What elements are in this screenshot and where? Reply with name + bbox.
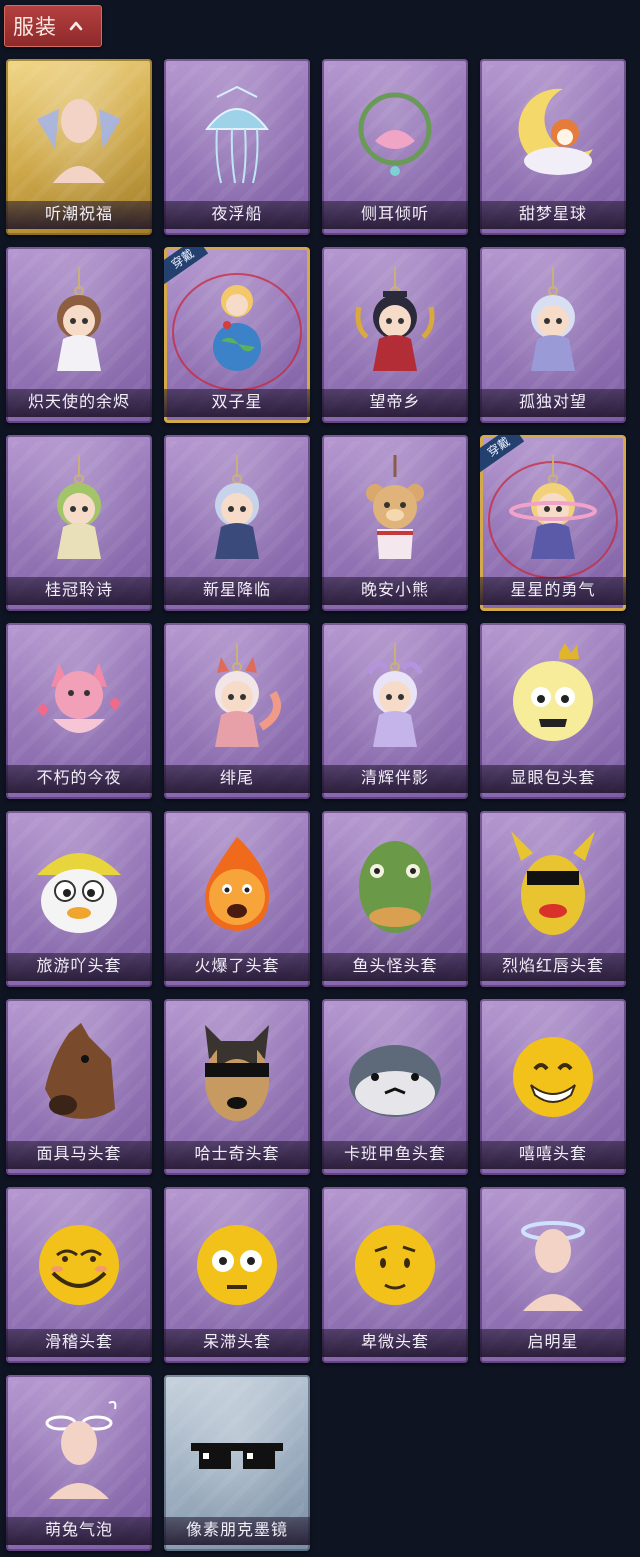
costume-name: 侧耳倾听 xyxy=(322,201,468,229)
costume-name: 卑微头套 xyxy=(322,1329,468,1357)
costume-name: 清辉伴影 xyxy=(322,765,468,793)
jellyfish-icon xyxy=(187,79,287,189)
costume-name: 望帝乡 xyxy=(322,389,468,417)
costume-card[interactable]: 显眼包头套 xyxy=(480,623,626,799)
costume-card[interactable]: 烈焰红唇头套 xyxy=(480,811,626,987)
saturn-doll-icon xyxy=(503,455,603,565)
costume-card[interactable]: 不朽的今夜 xyxy=(6,623,152,799)
pixel-sunglasses-icon xyxy=(187,1395,287,1505)
funny-face-icon xyxy=(29,1207,129,1317)
turtle-head-icon xyxy=(345,1019,445,1129)
costume-name: 炽天使的余烬 xyxy=(6,389,152,417)
costume-card[interactable]: 听潮祝福 xyxy=(6,59,152,235)
costume-card[interactable]: 呆滞头套 xyxy=(164,1187,310,1363)
humble-face-icon xyxy=(345,1207,445,1317)
fire-head-icon xyxy=(187,831,287,941)
moon-fox-icon xyxy=(503,79,603,189)
costume-name: 面具马头套 xyxy=(6,1141,152,1169)
costume-card[interactable]: 嘻嘻头套 xyxy=(480,999,626,1175)
costume-name: 桂冠聆诗 xyxy=(6,577,152,605)
costume-card[interactable]: 望帝乡 xyxy=(322,247,468,423)
moon-girl-icon xyxy=(345,643,445,753)
costume-name: 星星的勇气 xyxy=(480,577,626,605)
costume-name: 显眼包头套 xyxy=(480,765,626,793)
costume-name: 萌兔气泡 xyxy=(6,1517,152,1545)
costume-tab-label: 服装 xyxy=(13,16,57,39)
costume-name: 甜梦星球 xyxy=(480,201,626,229)
costume-card[interactable]: 孤独对望 xyxy=(480,247,626,423)
bunny-avatar-icon xyxy=(29,1395,129,1505)
teddy-bear-icon xyxy=(345,455,445,565)
costume-name: 像素朋克墨镜 xyxy=(164,1517,310,1545)
costume-card[interactable]: 卡班甲鱼头套 xyxy=(322,999,468,1175)
pikachu-lips-icon xyxy=(503,831,603,941)
lotus-wreath-icon xyxy=(345,79,445,189)
costume-name: 卡班甲鱼头套 xyxy=(322,1141,468,1169)
costume-card[interactable]: 滑稽头套 xyxy=(6,1187,152,1363)
star-doll-icon xyxy=(187,455,287,565)
costume-card[interactable]: 火爆了头套 xyxy=(164,811,310,987)
costume-card[interactable]: 萌兔气泡 xyxy=(6,1375,152,1551)
grin-head-icon xyxy=(503,1019,603,1129)
costume-name: 呆滞头套 xyxy=(164,1329,310,1357)
husky-mask-icon xyxy=(187,1019,287,1129)
costume-name: 启明星 xyxy=(480,1329,626,1357)
costume-name: 哈士奇头套 xyxy=(164,1141,310,1169)
angel-doll-icon xyxy=(29,267,129,377)
fox-girl-icon xyxy=(187,643,287,753)
costume-name: 晚安小熊 xyxy=(322,577,468,605)
costume-card[interactable]: 夜浮船 xyxy=(164,59,310,235)
costume-card[interactable]: 甜梦星球 xyxy=(480,59,626,235)
costume-card[interactable]: 晚安小熊 xyxy=(322,435,468,611)
costume-name: 嘻嘻头套 xyxy=(480,1141,626,1169)
chevron-up-icon xyxy=(69,19,83,33)
costume-name: 新星降临 xyxy=(164,577,310,605)
costume-card[interactable]: 像素朋克墨镜 xyxy=(164,1375,310,1551)
costume-name: 双子星 xyxy=(164,389,310,417)
costume-card[interactable]: 穿戴 星星的勇气 xyxy=(480,435,626,611)
costume-card[interactable]: 旅游吖头套 xyxy=(6,811,152,987)
costume-name: 夜浮船 xyxy=(164,201,310,229)
costume-name: 鱼头怪头套 xyxy=(322,953,468,981)
costume-card[interactable]: 炽天使的余烬 xyxy=(6,247,152,423)
avatar-wings-icon xyxy=(29,79,129,189)
costume-card[interactable]: 鱼头怪头套 xyxy=(322,811,468,987)
costume-card[interactable]: 启明星 xyxy=(480,1187,626,1363)
laurel-doll-icon xyxy=(29,455,129,565)
costume-name: 孤独对望 xyxy=(480,389,626,417)
planet-doll-icon xyxy=(187,267,287,377)
costume-name: 烈焰红唇头套 xyxy=(480,953,626,981)
crown-head-icon xyxy=(503,643,603,753)
costume-name: 不朽的今夜 xyxy=(6,765,152,793)
costume-card[interactable]: 面具马头套 xyxy=(6,999,152,1175)
costume-card[interactable]: 清辉伴影 xyxy=(322,623,468,799)
halo-avatar-icon xyxy=(503,1207,603,1317)
costume-tab[interactable]: 服装 xyxy=(4,5,102,47)
fish-mask-icon xyxy=(345,831,445,941)
costume-name: 火爆了头套 xyxy=(164,953,310,981)
costume-card[interactable]: 侧耳倾听 xyxy=(322,59,468,235)
duck-hat-icon xyxy=(29,831,129,941)
silver-hair-doll-icon xyxy=(503,267,603,377)
costume-name: 绯尾 xyxy=(164,765,310,793)
costume-card[interactable]: 桂冠聆诗 xyxy=(6,435,152,611)
costume-card[interactable]: 卑微头套 xyxy=(322,1187,468,1363)
costume-name: 旅游吖头套 xyxy=(6,953,152,981)
horse-mask-icon xyxy=(29,1019,129,1129)
costume-name: 听潮祝福 xyxy=(6,201,152,229)
costume-card[interactable]: 哈士奇头套 xyxy=(164,999,310,1175)
pink-fox-icon xyxy=(29,643,129,753)
costume-card[interactable]: 穿戴 双子星 xyxy=(164,247,310,423)
costume-card[interactable]: 绯尾 xyxy=(164,623,310,799)
emperor-doll-icon xyxy=(345,267,445,377)
costume-card[interactable]: 新星降临 xyxy=(164,435,310,611)
costume-name: 滑稽头套 xyxy=(6,1329,152,1357)
dazed-face-icon xyxy=(187,1207,287,1317)
